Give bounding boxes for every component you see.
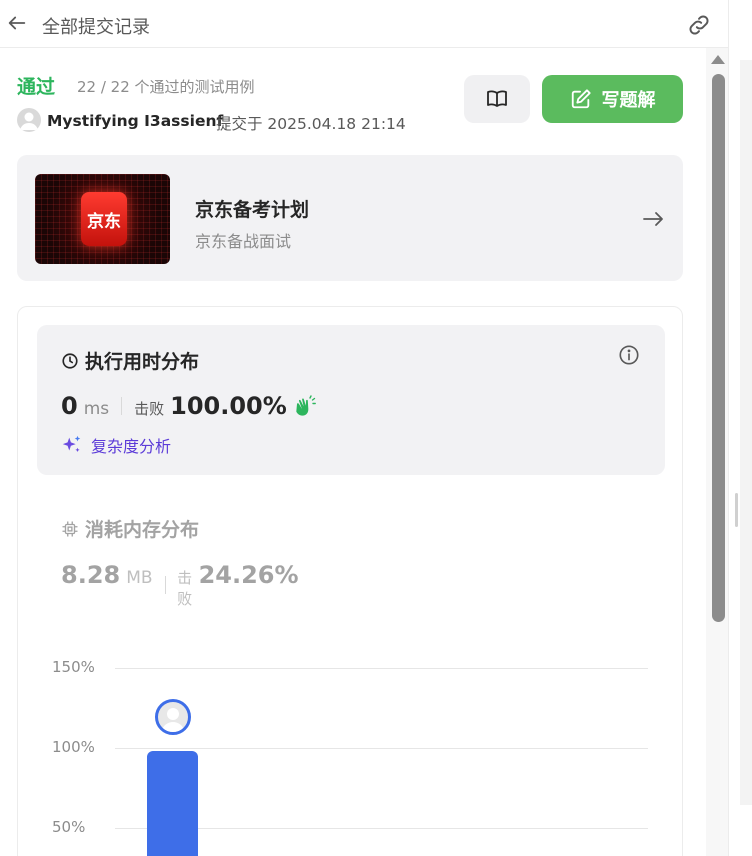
sparkle-icon xyxy=(62,435,81,452)
submitted-time: 提交于 2025.04.18 21:14 xyxy=(216,115,406,133)
memory-value: 8.28 xyxy=(61,561,121,589)
right-panel-strip xyxy=(740,60,752,805)
scrollbar-thumb[interactable] xyxy=(712,74,725,622)
memory-panel[interactable]: 消耗内存分布 8.28 MB 击败 24.26% xyxy=(61,515,299,608)
memory-beat-value: 24.26% xyxy=(198,561,299,589)
page-title: 全部提交记录 xyxy=(42,17,150,38)
submission-detail: 通过 22 / 22 个通过的测试用例 Mystifying I3assienf… xyxy=(0,48,706,856)
complexity-label: 复杂度分析 xyxy=(91,437,172,456)
top-bar: 全部提交记录 xyxy=(0,0,728,48)
chart-gridline xyxy=(115,748,648,749)
tests-passed: 22 / 22 个通过的测试用例 xyxy=(77,78,255,96)
clock-icon xyxy=(62,352,78,369)
status-label: 通过 xyxy=(17,76,56,98)
promo-title: 京东备考计划 xyxy=(195,199,310,221)
chart-gridline xyxy=(115,668,648,669)
clap-icon xyxy=(296,395,316,416)
jd-logo: 京东 xyxy=(81,192,127,246)
y-tick-label: 150% xyxy=(52,658,95,676)
complexity-analysis-link[interactable]: 复杂度分析 xyxy=(61,433,171,457)
username[interactable]: Mystifying I3assienf xyxy=(47,112,223,130)
promo-banner[interactable]: 京东 京东备考计划 京东备战面试 xyxy=(17,155,683,281)
memory-metric: 8.28 MB 击败 24.26% xyxy=(61,561,299,609)
write-solution-label: 写题解 xyxy=(601,90,656,111)
info-icon[interactable] xyxy=(618,344,640,366)
chart-bar[interactable] xyxy=(147,751,198,856)
y-tick-label: 100% xyxy=(52,738,95,756)
edit-icon xyxy=(571,89,591,109)
memory-beat-label: 击败 xyxy=(177,569,193,608)
link-icon[interactable] xyxy=(686,12,712,38)
memory-title: 消耗内存分布 xyxy=(85,519,200,541)
runtime-panel[interactable]: 执行用时分布 0 ms 击败 100.00% 复杂度分析 xyxy=(37,325,665,475)
promo-subtitle: 京东备战面试 xyxy=(195,232,292,251)
scroll-up-arrow-icon[interactable] xyxy=(711,55,725,64)
y-tick-label: 50% xyxy=(52,818,86,836)
runtime-value: 0 xyxy=(61,392,78,420)
runtime-beat-value: 100.00% xyxy=(170,392,287,420)
runtime-title: 执行用时分布 xyxy=(85,351,200,373)
chip-icon xyxy=(62,521,78,536)
my-position-avatar xyxy=(155,699,191,735)
book-icon xyxy=(487,90,507,107)
runtime-beat-label: 击败 xyxy=(134,400,165,418)
runtime-unit: ms xyxy=(83,399,110,419)
runtime-distribution-chart: 150% 100% 50% xyxy=(0,648,706,856)
write-solution-button[interactable]: 写题解 xyxy=(542,75,683,123)
back-arrow-icon[interactable] xyxy=(6,12,28,34)
avatar[interactable] xyxy=(17,108,41,132)
resize-handle[interactable] xyxy=(735,493,738,527)
arrow-right-icon[interactable] xyxy=(641,207,665,231)
promo-image: 京东 xyxy=(35,174,170,264)
runtime-metric: 0 ms 击败 100.00% xyxy=(61,392,317,420)
book-button[interactable] xyxy=(464,75,530,123)
memory-unit: MB xyxy=(126,568,153,588)
